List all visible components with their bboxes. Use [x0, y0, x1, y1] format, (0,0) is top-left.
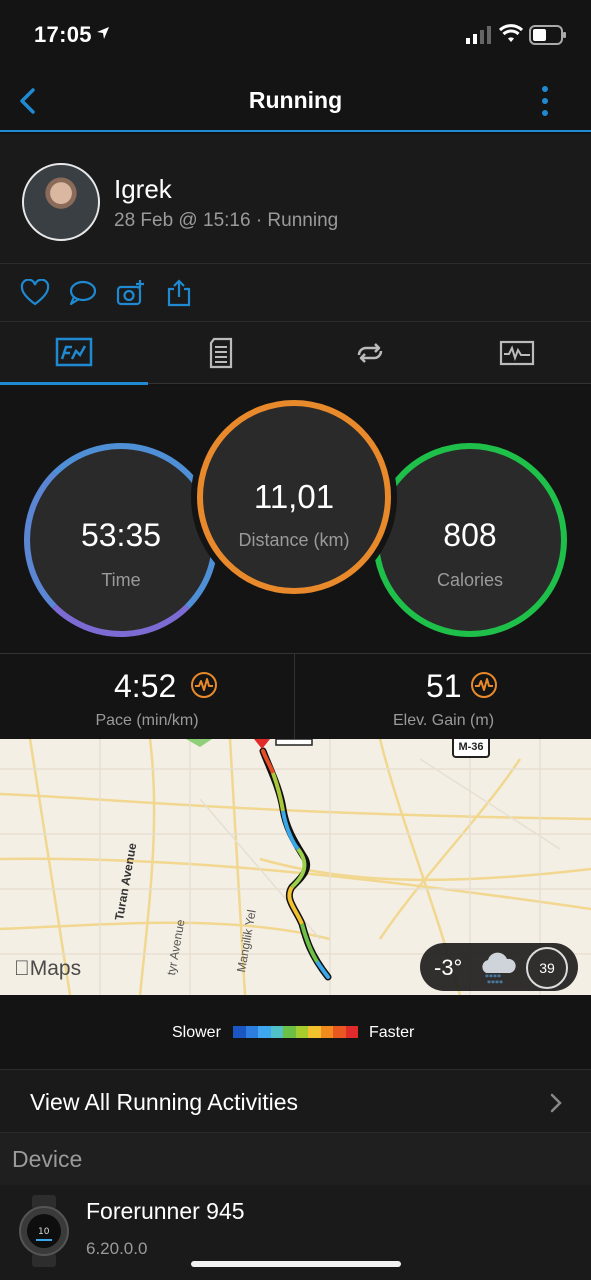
comment-icon[interactable] [67, 279, 97, 307]
view-all-running-activities[interactable]: View All Running Activities [0, 1069, 591, 1133]
page-title: Running [248, 87, 343, 113]
location-arrow-icon [97, 27, 109, 39]
cellular-signal-icon [466, 26, 491, 44]
status-time: 17:05 [34, 22, 92, 47]
weather-badge[interactable]: -3° **** **** 39 [420, 943, 578, 991]
secondary-stats: 4:52 Pace (min/km) 51 Elev. Gain (m) [0, 653, 591, 740]
maps-logo-text: Maps [14, 957, 81, 980]
time-value: 53:35 [80, 517, 162, 553]
pace-color-swatch [320, 1026, 333, 1038]
weather-temperature: -3° [434, 955, 463, 980]
battery-icon [529, 25, 566, 45]
activity-meta: 28 Feb @ 15:16 · Running [114, 210, 339, 231]
air-quality-dial: 39 [526, 947, 568, 989]
pace-color-swatch [333, 1026, 346, 1038]
distance-ring[interactable]: 11,01 Distance (km) [197, 400, 391, 594]
stats-icon [55, 337, 93, 367]
heart-rate-icon [191, 672, 217, 698]
tab-stats[interactable] [0, 322, 148, 385]
distance-label: Distance (km) [238, 530, 350, 550]
legend-faster-label: Faster [369, 1024, 415, 1041]
route-map[interactable]: M-36 Turan Avenue tyr Avenue Mangilik Ye… [0, 739, 591, 995]
pace-color-swatch [233, 1026, 246, 1038]
more-options-icon[interactable] [535, 84, 555, 118]
pace-color-swatch [345, 1026, 358, 1038]
device-version: 6.20.0.0 [86, 1239, 148, 1258]
laps-icon [357, 343, 382, 363]
details-icon [209, 337, 232, 369]
activity-tabs [0, 322, 591, 385]
add-photo-icon[interactable] [116, 279, 146, 307]
status-bar: 17:05 [0, 0, 591, 70]
avatar[interactable] [22, 163, 100, 241]
svg-text:10: 10 [38, 1227, 50, 1237]
calories-ring[interactable]: 808 Calories [373, 443, 567, 637]
pace-color-swatch [270, 1026, 283, 1038]
nav-bar: Running [0, 70, 591, 132]
pace-cell[interactable]: 4:52 Pace (min/km) [0, 654, 295, 740]
heart-rate-icon [471, 672, 497, 698]
time-ring[interactable]: 53:35 Time [24, 443, 218, 637]
home-indicator[interactable] [191, 1261, 401, 1267]
share-icon[interactable] [164, 279, 194, 307]
elevation-cell[interactable]: 51 Elev. Gain (m) [296, 654, 591, 740]
heart-icon[interactable] [20, 279, 50, 307]
watch-icon: 10 [19, 1195, 69, 1267]
calories-value: 808 [443, 517, 497, 553]
summary-stats: 53:35 Time 808 Calories 11,01 Distance (… [0, 385, 591, 653]
user-name[interactable]: Igrek [114, 174, 172, 205]
pace-color-swatch [308, 1026, 321, 1038]
tab-details[interactable] [148, 322, 296, 384]
distance-value: 11,01 [253, 478, 335, 515]
svg-text:****: **** [487, 979, 503, 987]
section-title: Device [12, 1146, 83, 1172]
snow-cloud-icon: ******** [482, 952, 516, 987]
apple-logo-icon:  [14, 957, 30, 980]
wifi-icon [499, 24, 523, 42]
chevron-right-icon [550, 1093, 562, 1113]
apple-maps-logo: Maps [14, 957, 81, 981]
elevation-label: Elev. Gain (m) [392, 712, 495, 729]
time-label: Time [101, 570, 141, 590]
tab-laps[interactable] [296, 322, 444, 384]
pace-color-swatch [295, 1026, 308, 1038]
device-name: Forerunner 945 [86, 1198, 245, 1224]
action-bar [0, 264, 591, 322]
elevation-value: 51 [426, 668, 462, 704]
charts-icon [500, 340, 535, 366]
pace-label: Pace (min/km) [95, 712, 199, 729]
pace-color-scale [233, 1026, 358, 1038]
pace-value: 4:52 [114, 668, 177, 704]
pace-legend: Slower Faster [0, 995, 591, 1069]
pace-color-swatch [245, 1026, 258, 1038]
activity-header: Igrek 28 Feb @ 15:16 · Running [0, 134, 591, 264]
legend-slower-label: Slower [172, 1024, 221, 1041]
highway-shield: M-36 [452, 739, 490, 758]
pace-color-swatch [283, 1026, 296, 1038]
tab-charts[interactable] [443, 322, 591, 384]
calories-label: Calories [436, 570, 504, 590]
air-quality-value: 39 [539, 960, 555, 976]
view-all-label: View All Running Activities [30, 1089, 299, 1115]
pace-color-swatch [258, 1026, 271, 1038]
section-header-device: Device [0, 1133, 591, 1185]
